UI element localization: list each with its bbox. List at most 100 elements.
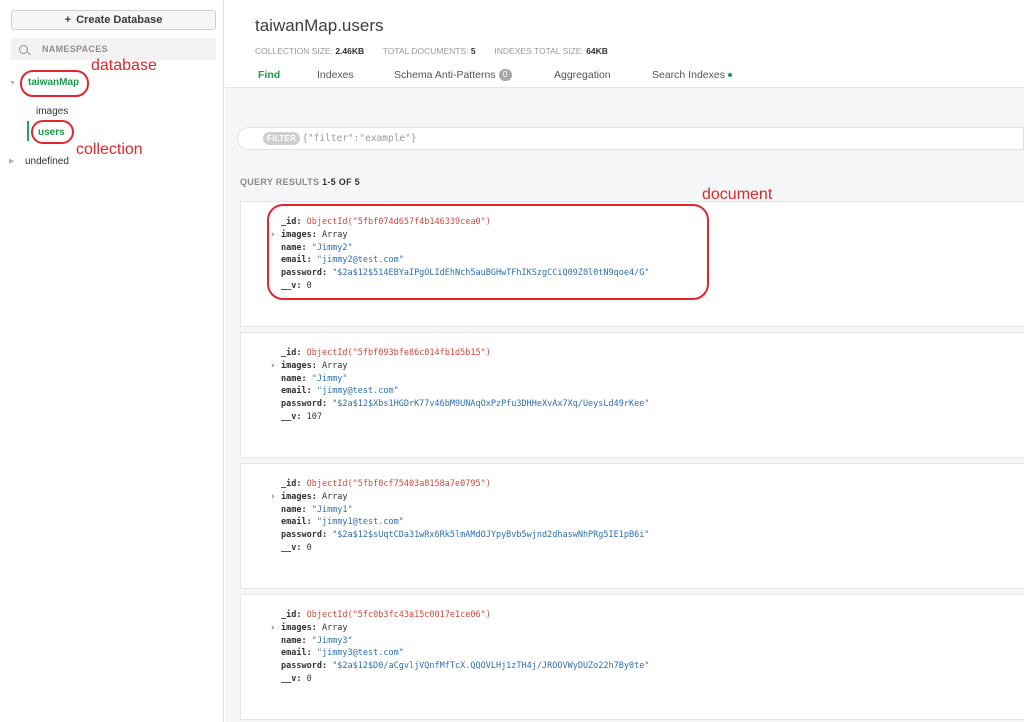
expand-chevron-icon[interactable]: › xyxy=(270,360,275,373)
field-value: "Jimmy" xyxy=(311,373,348,384)
expand-chevron-icon[interactable]: › xyxy=(270,491,275,504)
document-field-row: password: "$2a$12$D0/aCgvljVQnfMfTcX.QQO… xyxy=(281,660,649,673)
document-field-row: › images: Array xyxy=(270,491,649,504)
field-value: Array xyxy=(321,360,348,371)
document-field-row: _id: ObjectId("5fbf0cf75403a8158a7e0795"… xyxy=(281,478,649,491)
sidebar-collection-images[interactable]: images xyxy=(36,106,68,117)
create-database-label: Create Database xyxy=(76,14,163,26)
sidebar: + Create Database NAMESPACES ▼ taiwanMap… xyxy=(0,0,224,722)
annotation-database-ring xyxy=(20,70,89,97)
field-key: __v: xyxy=(281,673,302,684)
document-field-row: __v: 0 xyxy=(281,673,649,686)
tab-bar: Find Indexes Schema Anti-Patterns 0 Aggre… xyxy=(225,69,1024,83)
document-field-row: › images: Array xyxy=(270,360,649,373)
field-key: name: xyxy=(281,635,307,646)
document-fields: _id: ObjectId("5fbf093bfe86c014fb1d5b15"… xyxy=(270,347,649,424)
total-documents-label: TOTAL DOCUMENTS: xyxy=(382,46,469,56)
field-key: _id: xyxy=(281,610,302,620)
filter-input[interactable] xyxy=(302,133,903,144)
collection-header: taiwanMap.users COLLECTION SIZE: 2.46KB … xyxy=(225,0,1024,88)
tab-indexes[interactable]: Indexes xyxy=(317,69,354,81)
schema-count-badge: 0 xyxy=(498,69,512,82)
field-key: name: xyxy=(281,504,307,515)
field-value: "jimmy3@test.com" xyxy=(316,648,404,659)
document-card[interactable]: _id: ObjectId("5fc0b3fc43a15c0017e1ce06"… xyxy=(240,594,1024,720)
expand-chevron-icon[interactable]: › xyxy=(270,622,275,635)
field-value: "jimmy@test.com" xyxy=(316,386,399,397)
query-results-range: 1-5 OF 5 xyxy=(322,177,360,187)
field-value: ObjectId("5fbf093bfe86c014fb1d5b15") xyxy=(306,348,491,358)
document-fields: _id: ObjectId("5fbf0cf75403a8158a7e0795"… xyxy=(270,478,649,555)
page-title: taiwanMap.users xyxy=(255,16,384,35)
tab-schema-label: Schema Anti-Patterns xyxy=(394,69,496,81)
field-value: "$2a$12$D0/aCgvljVQnfMfTcX.QQOVLHj1zTH4j… xyxy=(332,661,650,672)
field-key: images: xyxy=(281,622,317,633)
document-field-row: email: "jimmy3@test.com" xyxy=(281,647,649,660)
create-database-button[interactable]: + Create Database xyxy=(11,10,216,30)
namespaces-label: NAMESPACES xyxy=(42,44,108,54)
field-key: _id: xyxy=(281,479,302,489)
plus-icon: + xyxy=(64,14,72,26)
field-value: "jimmy1@test.com" xyxy=(316,517,404,528)
field-key: _id: xyxy=(281,348,302,358)
collection-size-label: COLLECTION SIZE: xyxy=(255,46,333,56)
collection-size-value: 2.46KB xyxy=(335,46,365,56)
annotation-collection-label: collection xyxy=(76,141,143,158)
search-icon xyxy=(19,44,28,54)
field-value: ObjectId("5fc0b3fc43a15c0017e1ce06") xyxy=(306,610,491,620)
tab-schema-anti-patterns[interactable]: Schema Anti-Patterns 0 xyxy=(394,69,512,82)
document-field-row: email: "jimmy@test.com" xyxy=(281,385,649,398)
field-key: password: xyxy=(281,661,328,672)
active-collection-indicator xyxy=(27,121,29,141)
document-fields: _id: ObjectId("5fc0b3fc43a15c0017e1ce06"… xyxy=(270,609,649,686)
field-key: password: xyxy=(281,530,328,541)
document-field-row: _id: ObjectId("5fbf093bfe86c014fb1d5b15"… xyxy=(281,347,649,360)
field-value: "Jimmy1" xyxy=(311,504,353,515)
caret-down-icon[interactable]: ▼ xyxy=(9,80,16,87)
collection-stats: COLLECTION SIZE: 2.46KB TOTAL DOCUMENTS:… xyxy=(255,46,608,56)
caret-right-icon[interactable]: ▶ xyxy=(9,157,14,165)
field-key: email: xyxy=(281,517,312,528)
document-card[interactable]: _id: ObjectId("5fbf0cf75403a8158a7e0795"… xyxy=(240,463,1024,589)
document-field-row: › images: Array xyxy=(270,622,649,635)
indexes-size-value: 64KB xyxy=(586,46,608,56)
main-panel: taiwanMap.users COLLECTION SIZE: 2.46KB … xyxy=(225,0,1024,722)
document-card[interactable]: _id: ObjectId("5fbf093bfe86c014fb1d5b15"… xyxy=(240,332,1024,458)
tab-search-label: Search Indexes xyxy=(652,69,725,81)
field-value: "$2a$12$sUqtCDa31wRx6Rk5lmAMdOJYpyBvb5wj… xyxy=(332,530,650,541)
field-key: images: xyxy=(281,360,317,371)
query-results-count: QUERY RESULTS 1-5 OF 5 xyxy=(240,177,360,187)
document-field-row: __v: 0 xyxy=(281,542,649,555)
indexes-size-label: INDEXES TOTAL SIZE: xyxy=(494,46,584,56)
tab-find[interactable]: Find xyxy=(258,69,280,81)
field-value: "$2a$12$Xbs1HGDrK77v46bM9UNAqOxPzPfu3DHH… xyxy=(332,399,650,410)
document-field-row: email: "jimmy1@test.com" xyxy=(281,516,649,529)
field-key: name: xyxy=(281,373,307,384)
tab-search-indexes[interactable]: Search Indexes xyxy=(652,69,732,81)
field-value: "Jimmy3" xyxy=(311,635,353,646)
field-key: email: xyxy=(281,648,312,659)
document-field-row: name: "Jimmy1" xyxy=(281,504,649,517)
field-value: ObjectId("5fbf0cf75403a8158a7e0795") xyxy=(306,479,491,489)
field-value: Array xyxy=(321,491,348,502)
field-key: email: xyxy=(281,386,312,397)
filter-bar: FILTER xyxy=(237,127,1024,150)
query-results-label: QUERY RESULTS xyxy=(240,177,320,187)
field-value: 0 xyxy=(306,673,312,684)
field-key: __v: xyxy=(281,411,302,422)
document-field-row: name: "Jimmy" xyxy=(281,373,649,386)
field-key: __v: xyxy=(281,542,302,553)
annotation-collection-ring xyxy=(31,120,74,144)
field-value: Array xyxy=(321,622,348,633)
field-value: 107 xyxy=(306,411,322,422)
document-field-row: _id: ObjectId("5fc0b3fc43a15c0017e1ce06"… xyxy=(281,609,649,622)
document-field-row: password: "$2a$12$Xbs1HGDrK77v46bM9UNAqO… xyxy=(281,398,649,411)
document-field-row: password: "$2a$12$sUqtCDa31wRx6Rk5lmAMdO… xyxy=(281,529,649,542)
field-key: images: xyxy=(281,491,317,502)
field-key: password: xyxy=(281,399,328,410)
sidebar-database-undefined[interactable]: undefined xyxy=(25,156,69,167)
document-field-row: __v: 107 xyxy=(281,411,649,424)
tab-aggregation[interactable]: Aggregation xyxy=(554,69,611,81)
status-dot-icon xyxy=(727,73,732,78)
field-value: 0 xyxy=(306,542,312,553)
